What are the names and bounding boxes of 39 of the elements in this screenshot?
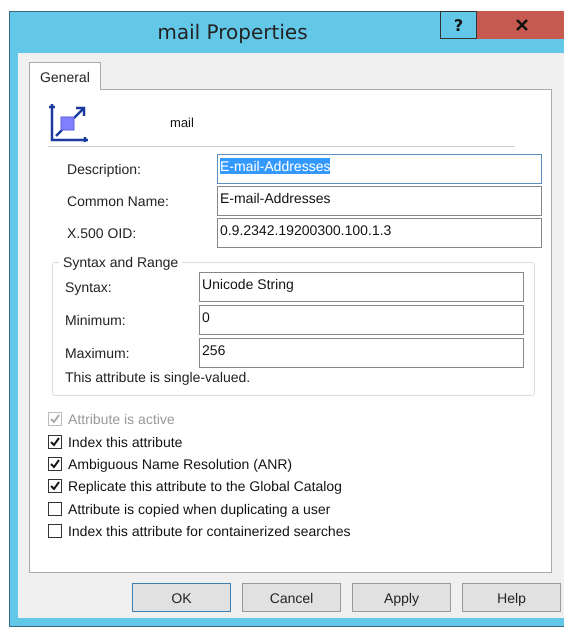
field-label: X.500 OID: xyxy=(66,225,138,241)
text-field[interactable]: 0 xyxy=(199,304,524,334)
field-label: Syntax: xyxy=(64,278,113,294)
attribute-icon xyxy=(48,102,90,142)
checkmark-icon xyxy=(50,414,60,424)
checkbox-label: Ambiguous Name Resolution (ANR) xyxy=(68,456,292,472)
attribute-name: mail xyxy=(170,114,194,130)
text-field[interactable]: E-mail-Addresses xyxy=(217,186,542,216)
checkbox[interactable] xyxy=(48,479,62,494)
note-text: This attribute is single-valued. xyxy=(64,369,250,385)
text-field[interactable]: 0.9.2342.19200300.100.1.3 xyxy=(217,218,542,248)
checkbox-label: Index this attribute xyxy=(68,434,182,450)
close-button[interactable] xyxy=(477,11,564,39)
text-field[interactable]: 256 xyxy=(199,338,524,368)
text-field[interactable]: Unicode String xyxy=(199,272,524,302)
checkbox-label: Index this attribute for containerized searches xyxy=(68,523,350,540)
checkbox[interactable] xyxy=(48,502,62,516)
checkbox-label: Replicate this attribute to the Global Catalog xyxy=(68,478,342,494)
field-label: Minimum: xyxy=(64,312,127,328)
close-icon xyxy=(515,19,529,31)
checkbox-label: Attribute is copied when duplicating a user xyxy=(68,500,330,517)
field-label: Common Name: xyxy=(66,193,170,209)
field-label: Description: xyxy=(66,161,142,177)
dialog-button[interactable]: Cancel xyxy=(242,583,341,612)
checkbox[interactable] xyxy=(48,456,62,471)
checkmark-icon xyxy=(50,436,60,447)
checkbox[interactable] xyxy=(48,524,62,538)
help-button[interactable]: ? xyxy=(440,11,477,39)
dialog-button[interactable]: Help xyxy=(462,583,561,612)
checkmark-icon xyxy=(50,458,60,469)
checkbox[interactable] xyxy=(48,434,62,449)
checkbox-label: Attribute is active xyxy=(68,411,175,428)
checkmark-icon xyxy=(50,481,60,492)
tab[interactable]: General xyxy=(29,62,101,90)
dialog-button[interactable]: OK xyxy=(132,583,231,612)
dialog-button[interactable]: Apply xyxy=(352,583,451,612)
window-title: mail Properties xyxy=(156,20,309,44)
field-label: Maximum: xyxy=(64,344,131,360)
group-title: Syntax and Range xyxy=(62,254,180,270)
